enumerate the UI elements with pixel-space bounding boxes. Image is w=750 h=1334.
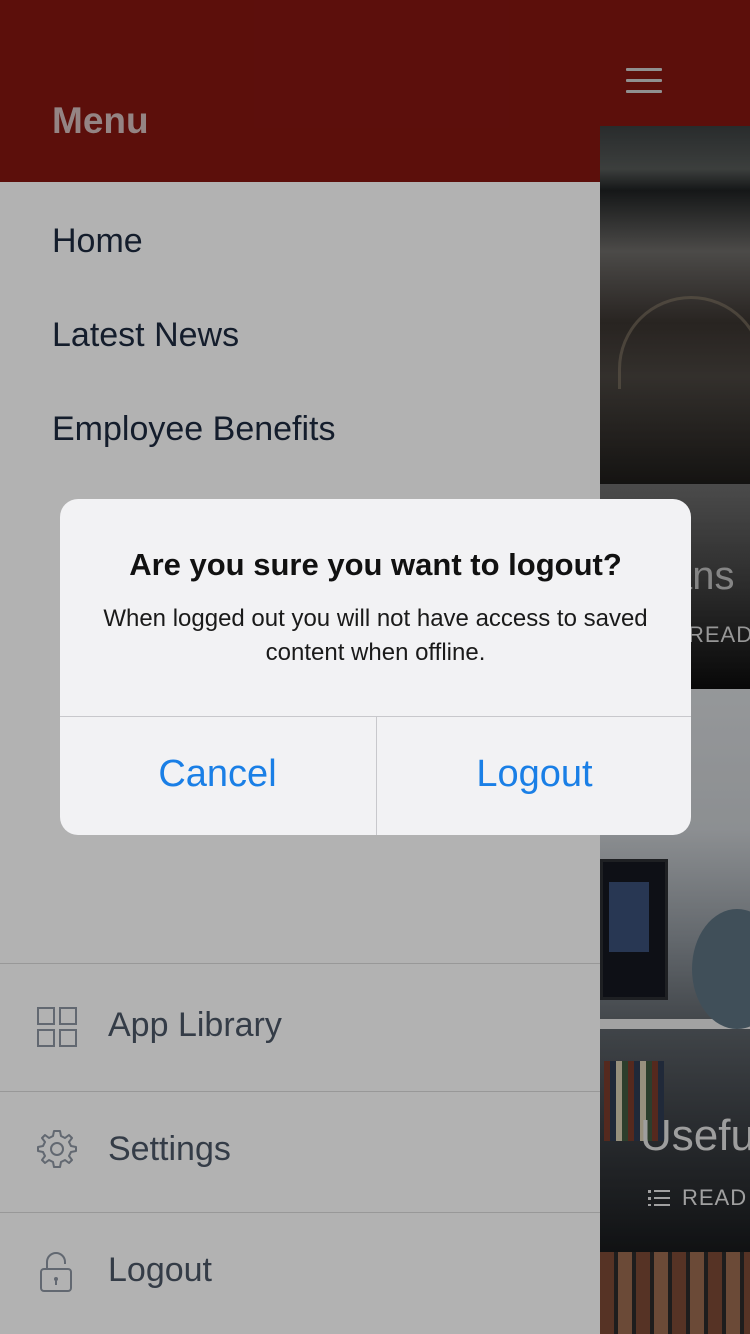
confirm-logout-button[interactable]: Logout [377, 717, 691, 835]
cancel-button[interactable]: Cancel [60, 717, 375, 835]
dialog-message: When logged out you will not have access… [103, 605, 648, 666]
logout-confirm-dialog: Are you sure you want to logout? When lo… [60, 499, 691, 835]
dialog-title: Are you sure you want to logout? [129, 547, 622, 582]
